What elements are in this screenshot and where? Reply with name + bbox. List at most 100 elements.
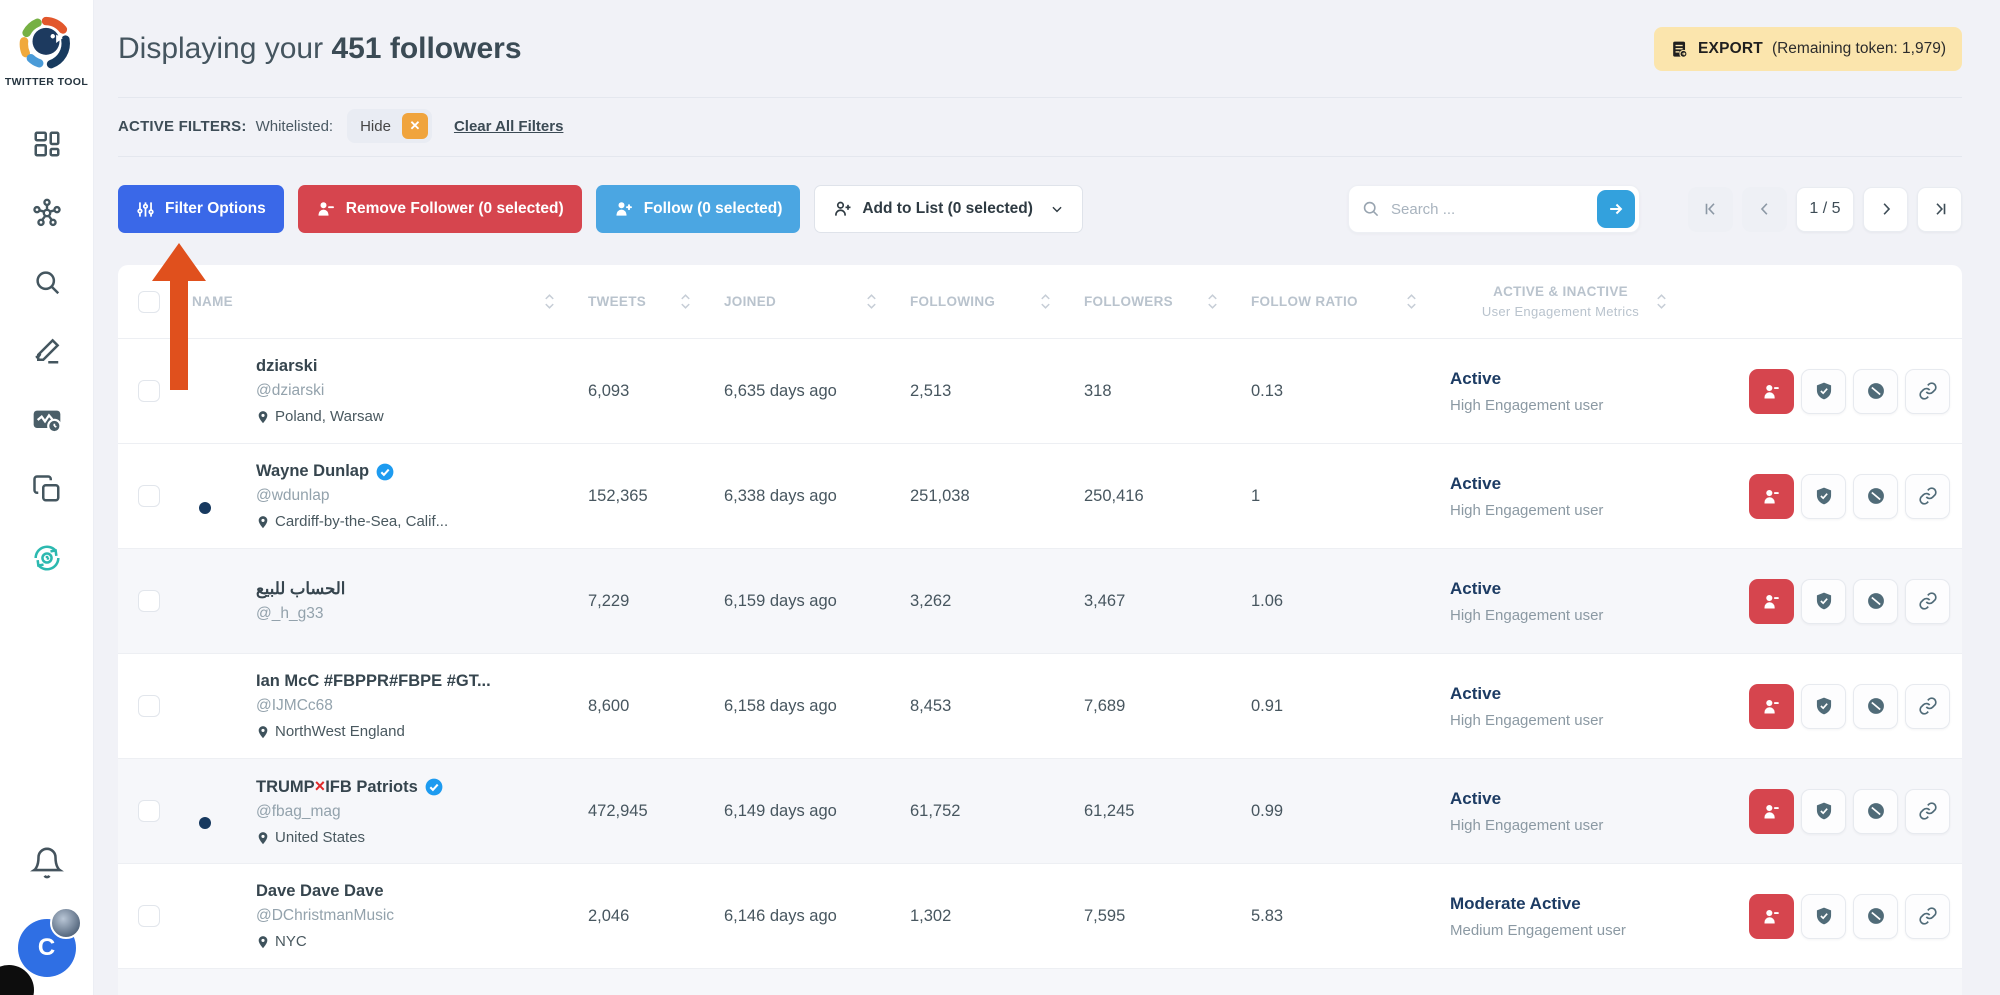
- remove-follower-row-button[interactable]: [1749, 579, 1794, 624]
- chat-widget[interactable]: C: [18, 919, 76, 977]
- link-icon: [1918, 486, 1938, 506]
- prev-page-button[interactable]: [1742, 187, 1787, 232]
- row-checkbox[interactable]: [138, 695, 160, 717]
- column-header-tweets[interactable]: TWEETS: [578, 292, 714, 311]
- whitelist-shield-button[interactable]: [1801, 789, 1846, 834]
- analytics-icon: [31, 404, 63, 436]
- sidebar-item-search[interactable]: [31, 266, 63, 298]
- profile-link-button[interactable]: [1905, 474, 1950, 519]
- remove-follower-row-button[interactable]: [1749, 474, 1794, 519]
- table-row: Dave Dave Dave @DChristmanMusic NYC 2,04…: [118, 863, 1962, 968]
- whitelist-shield-button[interactable]: [1801, 474, 1846, 519]
- sort-icon[interactable]: [543, 292, 556, 311]
- last-page-button[interactable]: [1917, 187, 1962, 232]
- sidebar-item-copy[interactable]: [31, 473, 63, 505]
- add-to-list-button[interactable]: Add to List (0 selected): [814, 185, 1083, 233]
- dashboard-icon: [32, 129, 62, 159]
- sidebar-item-compose[interactable]: [31, 335, 63, 367]
- location-pin-icon: [256, 725, 270, 739]
- block-button[interactable]: [1853, 369, 1898, 414]
- joined-value: 6,158 days ago: [714, 697, 900, 716]
- sidebar-item-dashboard[interactable]: [31, 128, 63, 160]
- profile-link-button[interactable]: [1905, 894, 1950, 939]
- select-all-checkbox[interactable]: [138, 291, 160, 313]
- follower-name: Ian McC #FBPPR#FBPE #GT...: [256, 672, 491, 691]
- block-button[interactable]: [1853, 789, 1898, 834]
- page-indicator: 1 / 5: [1796, 187, 1854, 232]
- row-checkbox[interactable]: [138, 905, 160, 927]
- sidebar-item-analytics[interactable]: [31, 404, 63, 436]
- block-button[interactable]: [1853, 579, 1898, 624]
- row-checkbox[interactable]: [138, 485, 160, 507]
- ban-icon: [1866, 591, 1886, 611]
- followers-value: 7,595: [1074, 907, 1241, 926]
- remove-follower-row-button[interactable]: [1749, 894, 1794, 939]
- followers-value: 250,416: [1074, 487, 1241, 506]
- whitelist-shield-button[interactable]: [1801, 684, 1846, 729]
- whitelist-shield-button[interactable]: [1801, 579, 1846, 624]
- remove-follower-button[interactable]: Remove Follower (0 selected): [298, 185, 582, 233]
- whitelist-shield-button[interactable]: [1801, 369, 1846, 414]
- divider: [118, 97, 1962, 98]
- logo-icon: [19, 16, 73, 70]
- sidebar-bottom: C: [18, 846, 76, 977]
- notifications-button[interactable]: [30, 846, 64, 885]
- user-minus-icon: [1761, 486, 1782, 507]
- sidebar-item-network[interactable]: [31, 197, 63, 229]
- joined-value: 6,159 days ago: [714, 592, 900, 611]
- profile-link-button[interactable]: [1905, 579, 1950, 624]
- chevron-down-icon: [1050, 202, 1064, 216]
- block-button[interactable]: [1853, 894, 1898, 939]
- follower-handle: @_h_g33: [256, 605, 345, 623]
- column-header-followers[interactable]: FOLLOWERS: [1074, 292, 1241, 311]
- follower-location-row: United States: [256, 829, 443, 846]
- row-checkbox[interactable]: [138, 590, 160, 612]
- block-button[interactable]: [1853, 684, 1898, 729]
- following-value: 8,453: [900, 697, 1074, 716]
- sliders-icon: [136, 200, 155, 219]
- sort-icon[interactable]: [865, 292, 878, 311]
- row-checkbox[interactable]: [138, 380, 160, 402]
- row-checkbox[interactable]: [138, 800, 160, 822]
- remove-follower-row-button[interactable]: [1749, 684, 1794, 729]
- sort-icon[interactable]: [1655, 292, 1668, 311]
- table-header-row: NAME TWEETS JOINED FOLLOWING: [118, 265, 1962, 338]
- filter-chip-remove-button[interactable]: ✕: [402, 113, 428, 139]
- first-page-button[interactable]: [1688, 187, 1733, 232]
- profile-link-button[interactable]: [1905, 789, 1950, 834]
- sync-history-icon: [31, 541, 63, 575]
- next-page-button[interactable]: [1863, 187, 1908, 232]
- remove-follower-row-button[interactable]: [1749, 789, 1794, 834]
- export-button[interactable]: EXPORT (Remaining token: 1,979): [1654, 27, 1962, 71]
- column-header-name[interactable]: NAME: [182, 292, 578, 311]
- sort-icon[interactable]: [679, 292, 692, 311]
- sort-icon[interactable]: [1039, 292, 1052, 311]
- user-minus-icon: [1761, 591, 1782, 612]
- sort-icon[interactable]: [1405, 292, 1418, 311]
- profile-link-button[interactable]: [1905, 369, 1950, 414]
- follower-handle: @DChristmanMusic: [256, 907, 394, 925]
- block-button[interactable]: [1853, 474, 1898, 519]
- location-pin-icon: [256, 935, 270, 949]
- whitelist-shield-button[interactable]: [1801, 894, 1846, 939]
- ban-icon: [1866, 486, 1886, 506]
- follow-ratio-value: 1.06: [1241, 592, 1440, 611]
- follow-button[interactable]: Follow (0 selected): [596, 185, 801, 233]
- app-logo[interactable]: TWITTER TOOL: [5, 16, 88, 88]
- column-header-joined[interactable]: JOINED: [714, 292, 900, 311]
- clear-all-filters-link[interactable]: Clear All Filters: [454, 118, 563, 135]
- table-row: dziarski @dziarski Poland, Warsaw 6,093: [118, 338, 1962, 443]
- follower-location-row: NYC: [256, 933, 394, 950]
- chevron-right-icon: [1877, 200, 1895, 218]
- column-header-follow-ratio[interactable]: FOLLOW RATIO: [1241, 292, 1440, 311]
- sort-icon[interactable]: [1206, 292, 1219, 311]
- search-submit-button[interactable]: [1597, 190, 1635, 228]
- column-header-following[interactable]: FOLLOWING: [900, 292, 1074, 311]
- column-header-active-inactive[interactable]: ACTIVE & INACTIVE User Engagement Metric…: [1440, 284, 1710, 319]
- profile-link-button[interactable]: [1905, 684, 1950, 729]
- chat-agent-avatar: [50, 907, 82, 939]
- network-icon: [31, 197, 63, 229]
- sidebar-item-sync-history[interactable]: [31, 542, 63, 574]
- remove-follower-row-button[interactable]: [1749, 369, 1794, 414]
- filter-options-button[interactable]: Filter Options: [118, 185, 284, 233]
